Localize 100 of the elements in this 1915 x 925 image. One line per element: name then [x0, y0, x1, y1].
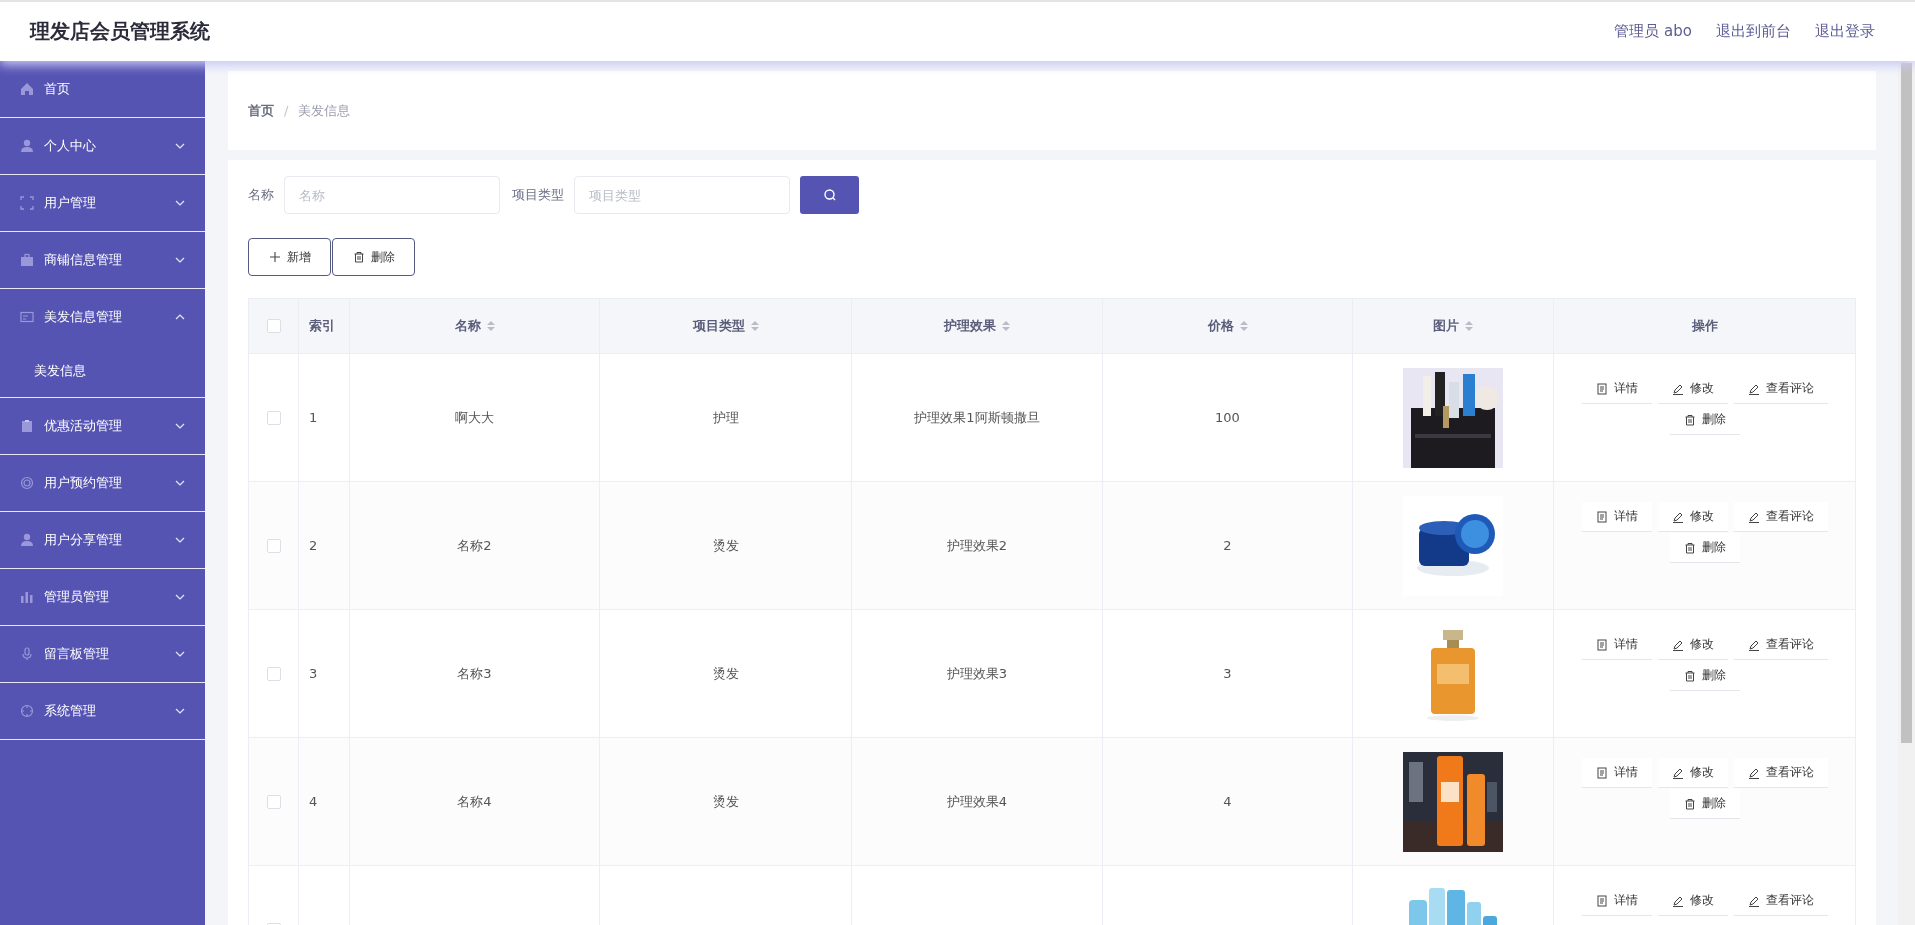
table-cell: 护理效果3	[946, 664, 1008, 683]
trash-icon	[1683, 669, 1696, 682]
pencil-icon	[1671, 894, 1684, 907]
checkbox[interactable]	[266, 319, 281, 333]
user-icon	[20, 139, 34, 153]
menu-item[interactable]: 用户预约管理	[0, 455, 205, 511]
submenu-item[interactable]: 美发信息	[0, 345, 205, 397]
sort-icon	[486, 320, 495, 332]
menu-item[interactable]: 美发信息管理	[0, 289, 205, 345]
table-cell: 护理效果2	[946, 536, 1008, 555]
delete-button[interactable]: 删除	[332, 238, 415, 276]
checkbox[interactable]	[266, 666, 281, 681]
pencil-icon	[1671, 766, 1684, 779]
column-header: 索引	[309, 317, 335, 335]
breadcrumb-current: 美发信息	[298, 101, 351, 120]
menu-item[interactable]: 留言板管理	[0, 626, 205, 682]
table-cell: 2	[1223, 538, 1232, 553]
search-field[interactable]: 项目类型	[574, 176, 790, 214]
bar-chart-icon	[20, 590, 34, 604]
search-field[interactable]: 名称	[284, 176, 500, 214]
sort-icon	[750, 320, 759, 332]
field-label: 名称	[248, 186, 274, 204]
breadcrumb-link[interactable]: 首页	[248, 101, 274, 120]
column-header[interactable]: 价格	[1207, 317, 1234, 335]
briefcase-icon	[20, 253, 34, 267]
field-label: 项目类型	[512, 186, 564, 204]
menu-item[interactable]: 首页	[0, 61, 205, 117]
menu-item[interactable]: 系统管理	[0, 683, 205, 739]
clipboard-icon	[20, 419, 34, 433]
pencil-icon	[1671, 638, 1684, 651]
chevron-icon	[175, 651, 185, 657]
table-cell: 名称3	[457, 664, 492, 683]
sort-icon	[1465, 320, 1473, 332]
chevron-icon	[175, 594, 185, 600]
user-link[interactable]: 管理员 abo	[1614, 22, 1692, 41]
checkbox[interactable]	[266, 794, 281, 809]
microphone-icon	[20, 647, 34, 661]
document-icon	[1595, 766, 1608, 779]
chevron-icon	[175, 257, 185, 263]
menu-item[interactable]: 用户分享管理	[0, 512, 205, 568]
menu-item[interactable]: 用户管理	[0, 175, 205, 231]
table-cell: 4	[1223, 794, 1232, 809]
document-icon	[1595, 894, 1608, 907]
table-cell: 烫发	[712, 536, 739, 555]
table-cell: 1	[309, 410, 318, 425]
chevron-icon	[175, 314, 185, 320]
logout-link[interactable]: 退出登录	[1815, 22, 1875, 41]
table-cell: 护理	[712, 408, 739, 427]
pencil-icon	[1747, 638, 1760, 651]
menu-item[interactable]: 优惠活动管理	[0, 398, 205, 454]
front-link[interactable]: 退出到前台	[1716, 22, 1791, 41]
table-cell: 啊大大	[455, 408, 494, 427]
scrollbar[interactable]	[1898, 61, 1915, 925]
scrollbar-thumb[interactable]	[1901, 63, 1912, 743]
checkbox[interactable]	[266, 538, 281, 553]
sort-icon	[1239, 320, 1248, 332]
document-icon	[1595, 510, 1608, 523]
chevron-icon	[175, 480, 185, 486]
chevron-icon	[175, 423, 185, 429]
ring-icon	[20, 476, 34, 490]
checkbox[interactable]	[266, 410, 281, 425]
table-cell: 名称2	[457, 536, 492, 555]
home-icon	[20, 82, 34, 96]
column-header[interactable]: 项目类型	[692, 317, 745, 335]
menu-item[interactable]: 个人中心	[0, 118, 205, 174]
app-title: 理发店会员管理系统	[30, 18, 210, 45]
table-cell: 烫发	[712, 664, 739, 683]
plus-icon	[268, 251, 281, 263]
chevron-icon	[175, 200, 185, 206]
menu-item[interactable]: 管理员管理	[0, 569, 205, 625]
table-cell: 护理效果1阿斯顿撒旦	[914, 408, 1040, 427]
user-icon	[20, 533, 34, 547]
column-header[interactable]: 护理效果	[944, 317, 996, 335]
pencil-icon	[1747, 766, 1760, 779]
pencil-icon	[1747, 510, 1760, 523]
pencil-icon	[1747, 894, 1760, 907]
table-cell: 3	[309, 666, 318, 681]
search-icon	[822, 188, 837, 202]
table-cell: 100	[1215, 410, 1240, 425]
pencil-icon	[1747, 382, 1760, 395]
trash-icon	[1683, 413, 1696, 426]
search-button[interactable]	[800, 176, 859, 214]
column-header[interactable]: 图片	[1433, 317, 1459, 335]
sort-icon	[1002, 320, 1010, 332]
frame-icon	[20, 196, 34, 210]
card-icon	[20, 310, 34, 324]
chevron-icon	[175, 537, 185, 543]
chevron-icon	[175, 708, 185, 714]
chevron-icon	[175, 143, 185, 149]
trash-icon	[1683, 797, 1696, 810]
table-cell: 烫发	[712, 792, 739, 811]
column-header[interactable]: 名称	[454, 317, 481, 335]
menu-item[interactable]: 商铺信息管理	[0, 232, 205, 288]
trash-icon	[1683, 541, 1696, 554]
table-cell: 护理效果4	[946, 792, 1008, 811]
document-icon	[1595, 382, 1608, 395]
column-header: 操作	[1691, 317, 1718, 335]
pencil-icon	[1671, 510, 1684, 523]
table-cell: 4	[309, 794, 318, 809]
add-button[interactable]: 新增	[248, 238, 331, 276]
